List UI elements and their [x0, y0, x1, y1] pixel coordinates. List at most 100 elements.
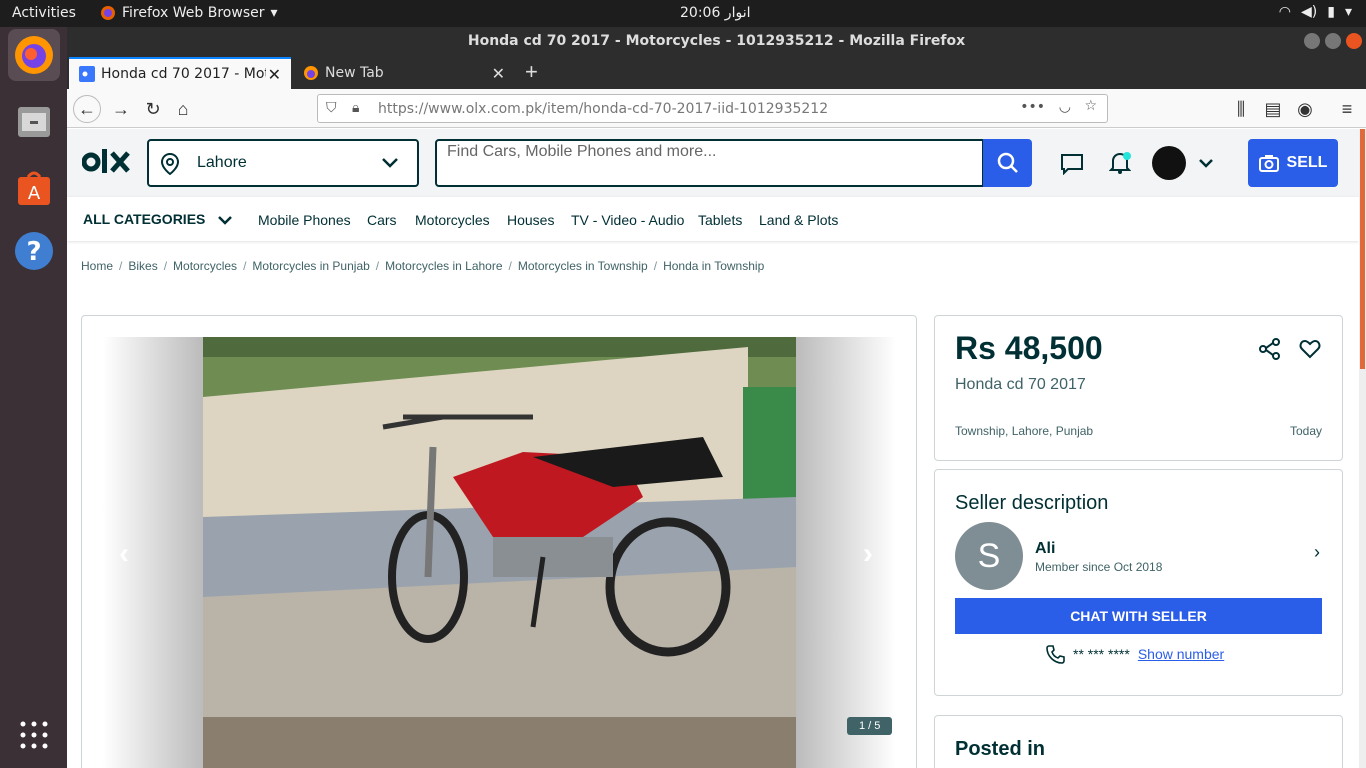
url-bar[interactable]: ⛉ 🔒︎ https://www.olx.com.pk/item/honda-c…: [317, 94, 1108, 123]
olx-header: Lahore Find Cars, Mobile Phones and more…: [67, 129, 1359, 197]
sidebar-icon[interactable]: ▤: [1259, 95, 1287, 123]
svg-text:?: ?: [26, 237, 41, 267]
all-categories-button[interactable]: ALL CATEGORIES: [83, 211, 233, 227]
pocket-icon[interactable]: ◡: [1059, 99, 1071, 115]
breadcrumb: Home / Bikes / Motorcycles / Motorcycles in…: [81, 259, 764, 273]
chevron-down-icon[interactable]: [1198, 158, 1214, 168]
minimize-button[interactable]: [1304, 33, 1320, 49]
new-tab-button[interactable]: +: [525, 59, 538, 85]
seller-name[interactable]: Ali: [1035, 540, 1055, 558]
dock-show-apps[interactable]: [8, 709, 60, 761]
breadcrumb-link[interactable]: Honda in Township: [663, 259, 764, 273]
window-title: Honda cd 70 2017 - Motorcycles - 1012935…: [467, 33, 966, 49]
app-menu[interactable]: Firefox Web Browser ▾: [100, 5, 278, 21]
category-link[interactable]: Cars: [367, 212, 397, 228]
location-value: Lahore: [197, 154, 247, 171]
chevron-down-icon: ▾: [270, 5, 278, 21]
reload-button[interactable]: ↻: [139, 95, 167, 123]
sell-button[interactable]: SELL: [1248, 139, 1338, 187]
system-top-bar: Activities Firefox Web Browser ▾ انوار 2…: [0, 0, 1366, 27]
breadcrumb-link[interactable]: Home: [81, 259, 113, 273]
chat-icon[interactable]: [1060, 153, 1084, 175]
close-window-button[interactable]: [1346, 33, 1362, 49]
seller-initial: S: [977, 536, 1001, 575]
battery-icon: ▮: [1327, 4, 1335, 20]
seller-heading: Seller description: [955, 492, 1109, 514]
library-icon[interactable]: ⫼: [1227, 95, 1255, 123]
firefox-icon: [101, 6, 115, 20]
firefox-icon: [304, 66, 318, 80]
user-avatar[interactable]: [1152, 146, 1186, 180]
chevron-down-icon: [218, 216, 233, 226]
category-link[interactable]: Land & Plots: [759, 212, 838, 228]
search-input[interactable]: Find Cars, Mobile Phones and more...: [435, 139, 984, 187]
chat-with-seller-button[interactable]: CHAT WITH SELLER: [955, 598, 1322, 634]
image-gallery: ‹ › 1 / 5: [81, 315, 917, 768]
dock-help[interactable]: ?: [8, 225, 60, 277]
tab-label: New Tab: [325, 65, 384, 81]
ad-price: Rs 48,500: [955, 330, 1103, 366]
shield-icon[interactable]: ⛉: [326, 100, 337, 116]
ad-posted-date: Today: [1289, 424, 1322, 438]
svg-text:A: A: [28, 183, 41, 204]
category-link[interactable]: TV - Video - Audio: [571, 212, 684, 228]
dock: A ?: [0, 27, 67, 768]
bookmark-star-icon[interactable]: ☆: [1084, 98, 1097, 114]
seller-avatar[interactable]: S: [955, 522, 1023, 590]
firefox-icon: [15, 36, 53, 74]
share-icon[interactable]: [1259, 338, 1281, 360]
hamburger-menu-icon[interactable]: ≡: [1333, 95, 1361, 123]
help-icon: ?: [15, 232, 53, 270]
page-actions-icon[interactable]: •••: [1020, 99, 1045, 115]
apps-grid-icon: [20, 721, 48, 749]
breadcrumb-link[interactable]: Motorcycles in Lahore: [385, 259, 502, 273]
app-menu-label: Firefox Web Browser: [122, 5, 265, 21]
chevron-right-icon[interactable]: ›: [1314, 542, 1320, 563]
location-selector[interactable]: Lahore: [147, 139, 419, 187]
scrollbar-thumb[interactable]: [1360, 129, 1365, 369]
olx-logo[interactable]: [81, 147, 134, 185]
url-text: https://www.olx.com.pk/item/honda-cd-70-…: [378, 100, 829, 117]
home-button[interactable]: ⌂: [169, 95, 197, 123]
clock[interactable]: انوار 20:06: [680, 5, 750, 21]
tab-new[interactable]: New Tab ✕: [293, 57, 515, 89]
previous-image-icon[interactable]: ‹: [119, 537, 129, 571]
camera-icon: [1258, 155, 1279, 172]
back-button[interactable]: ←: [73, 95, 101, 123]
system-tray[interactable]: ◠ ◀) ▮ ▾: [1279, 4, 1352, 20]
search-placeholder: Find Cars, Mobile Phones and more...: [447, 143, 717, 160]
lock-icon[interactable]: 🔒︎: [352, 100, 359, 116]
category-link[interactable]: Tablets: [698, 212, 742, 228]
dock-files[interactable]: [8, 95, 60, 147]
breadcrumb-link[interactable]: Motorcycles: [173, 259, 237, 273]
olx-logo-icon: [81, 149, 130, 173]
notification-bell-icon[interactable]: [1109, 151, 1131, 175]
maximize-button[interactable]: [1325, 33, 1341, 49]
price-panel: Rs 48,500 Honda cd 70 2017 Township, Lah…: [934, 315, 1343, 461]
close-tab-icon[interactable]: ✕: [492, 64, 505, 83]
breadcrumb-separator: /: [163, 259, 168, 273]
motorcycle-photo[interactable]: [203, 337, 796, 768]
breadcrumb-link[interactable]: Motorcycles in Punjab: [252, 259, 369, 273]
heart-icon[interactable]: [1299, 338, 1321, 360]
dock-software[interactable]: A: [8, 161, 60, 213]
next-image-icon[interactable]: ›: [863, 537, 873, 571]
breadcrumb-link[interactable]: Bikes: [128, 259, 157, 273]
ad-title: Honda cd 70 2017: [955, 376, 1086, 393]
category-link[interactable]: Motorcycles: [415, 212, 490, 228]
tab-olx[interactable]: Honda cd 70 2017 - Moto ✕: [69, 57, 291, 89]
breadcrumb-separator: /: [119, 259, 123, 273]
dock-firefox[interactable]: [8, 29, 60, 81]
close-tab-icon[interactable]: ✕: [268, 65, 281, 84]
category-link[interactable]: Mobile Phones: [258, 212, 351, 228]
activities-button[interactable]: Activities: [12, 5, 76, 21]
account-icon[interactable]: ◉: [1291, 95, 1319, 123]
breadcrumb-link[interactable]: Motorcycles in Township: [518, 259, 648, 273]
category-link[interactable]: Houses: [507, 212, 554, 228]
forward-button[interactable]: →: [107, 95, 135, 123]
show-number-link[interactable]: Show number: [1138, 646, 1224, 662]
volume-icon: ◀): [1301, 4, 1318, 20]
software-center-icon: A: [18, 171, 50, 205]
masked-phone: ** *** ****: [1073, 646, 1130, 662]
search-button[interactable]: [983, 139, 1032, 187]
